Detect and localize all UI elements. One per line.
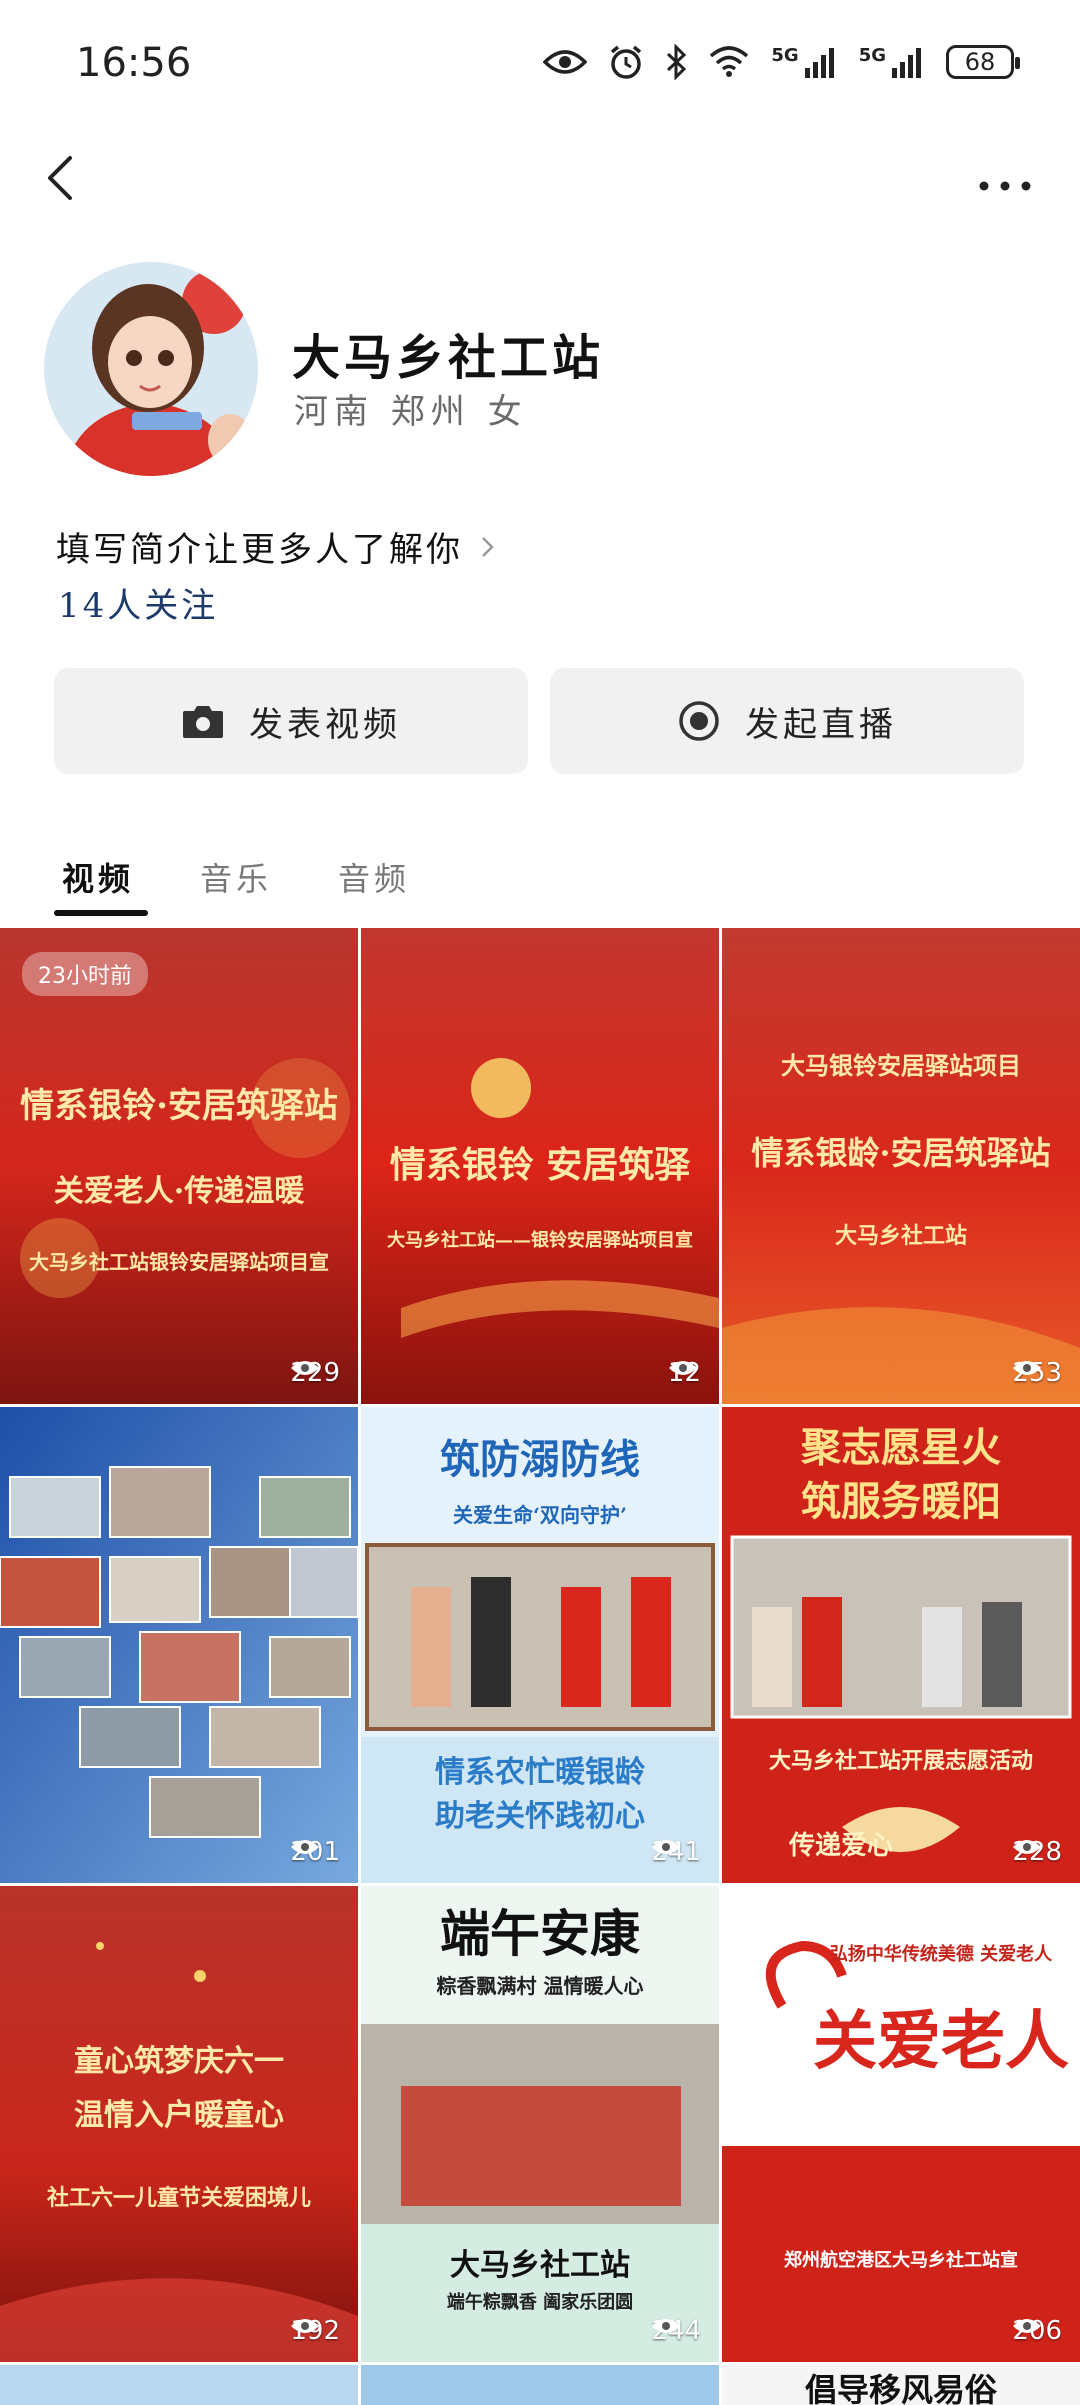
network-label-2: 5G	[858, 44, 886, 66]
wifi-icon	[710, 46, 749, 77]
eye-icon	[1013, 1840, 1042, 1854]
video-title-line: 助老关怀践初心	[435, 1799, 645, 1834]
avatar[interactable]	[44, 262, 258, 476]
video-tile[interactable]: 童心筑梦庆六一 温情入户暖童心 社工六一儿童节关爱困境儿 192	[0, 1886, 358, 2362]
camera-icon	[183, 706, 223, 738]
video-title-line: 童心筑梦庆六一	[74, 2044, 284, 2079]
eye-icon	[1013, 1361, 1042, 1375]
active-tab-indicator	[54, 910, 148, 916]
profile-meta: 河南 郑州 女	[294, 392, 528, 432]
eye-icon	[1013, 2319, 1042, 2333]
video-title-line: 弘扬中华传统美德 关爱老人	[829, 1944, 1053, 1965]
eye-icon	[668, 1361, 697, 1375]
video-title-line: 端午粽飘香 阖家乐团圆	[446, 2292, 634, 2313]
video-title-line: 关爱老人·传递温暖	[53, 1174, 305, 1209]
more-icon[interactable]	[970, 148, 1040, 208]
bluetooth-icon	[667, 44, 687, 80]
network-label-1: 5G	[771, 44, 799, 66]
eye-icon	[291, 2319, 320, 2333]
profile-name: 大马乡社工站	[292, 330, 605, 386]
live-icon	[679, 701, 719, 741]
view-count: 229	[290, 1358, 340, 1388]
bio-prompt[interactable]: 填写简介让更多人了解你	[56, 522, 497, 571]
view-count: 206	[1012, 2316, 1062, 2346]
video-title-line: 关爱老人	[813, 2004, 1069, 2079]
battery-level: 68	[964, 48, 996, 76]
video-title-line: 端午安康	[440, 1904, 640, 1963]
chevron-right-icon	[482, 536, 494, 557]
video-tile[interactable]: 筑防溺防线 关爱生命‘双向守护’ 情系农忙暖银龄 助老关怀践初心 241	[361, 1407, 719, 1883]
video-tile[interactable]	[0, 2365, 358, 2405]
video-title-line: 倡导移风易俗	[804, 2371, 997, 2405]
video-tile[interactable]: 倡导移风易俗	[722, 2365, 1080, 2405]
video-tile[interactable]: 弘扬中华传统美德 关爱老人 关爱老人 大马银铃驿站项目宣传 郑州航空港区大马乡社…	[722, 1886, 1080, 2362]
video-tile[interactable]: 大马银铃安居驿站项目 情系银龄·安居筑驿站 大马乡社工站 253	[722, 928, 1080, 1404]
video-title-line: 筑防溺防线	[440, 1436, 640, 1483]
view-count: 201	[290, 1837, 340, 1867]
go-live-button[interactable]: 发起直播	[550, 668, 1024, 774]
eye-icon	[291, 1840, 320, 1854]
video-title-line: 传递爱心	[788, 1831, 893, 1861]
video-title-line: 大马乡社工站	[834, 1223, 967, 1249]
video-tile[interactable]: 情系银铃 安居筑驿 大马乡社工站——银铃安居驿站项目宣 12	[361, 928, 719, 1404]
signal-icon-2	[892, 48, 921, 78]
video-tile[interactable]: 聚志愿星火 筑服务暖阳 大马乡社工站开展志愿活动 传递爱心 228	[722, 1407, 1080, 1883]
video-title-line: 大马乡社工站银铃安居驿站项目宣	[29, 1250, 329, 1274]
eye-icon	[652, 2319, 681, 2333]
eye-icon	[652, 1840, 681, 1854]
bio-prompt-text: 填写简介让更多人了解你	[56, 530, 463, 570]
video-title-line: 温情入户暖童心	[74, 2098, 284, 2133]
video-tile[interactable]: 201	[0, 1407, 358, 1883]
tab-audio[interactable]: 音频	[338, 854, 410, 900]
status-bar: 16:56 5G 5G 68	[0, 0, 1080, 130]
back-icon[interactable]	[32, 148, 92, 208]
video-title-line: 筑服务暖阳	[801, 1478, 1001, 1525]
post-video-label: 发表视频	[249, 704, 401, 745]
video-tile[interactable]	[361, 2365, 719, 2405]
video-title-line: 大马乡社工站——银铃安居驿站项目宣	[387, 1230, 693, 1251]
view-count: 192	[290, 2316, 340, 2346]
status-icons: 5G 5G 68	[543, 44, 1020, 80]
eye-icon	[291, 1361, 320, 1375]
video-title-line: 情系银龄·安居筑驿站	[751, 1134, 1051, 1172]
video-title-line: 情系银铃 安居筑驿	[389, 1144, 691, 1186]
signal-icon	[804, 48, 834, 78]
view-count: 12	[668, 1358, 701, 1388]
followers-count[interactable]: 14人关注	[58, 578, 218, 627]
tab-music[interactable]: 音乐	[200, 854, 272, 900]
video-title-line: 大马银铃安居驿站项目	[781, 1051, 1021, 1080]
battery-indicator: 68	[946, 45, 1020, 79]
view-count: 244	[651, 2316, 701, 2346]
eye-status-icon	[543, 50, 588, 74]
view-count: 253	[1012, 1358, 1062, 1388]
video-title-line: 情系银铃·安居筑驿站	[20, 1086, 338, 1126]
status-time: 16:56	[76, 40, 192, 86]
video-tile[interactable]: 端午安康 粽香飘满村 温情暖人心 大马乡社工站 端午粽飘香 阖家乐团圆 244	[361, 1886, 719, 2362]
video-timestamp: 23小时前	[22, 952, 148, 996]
video-title-line: 大马乡社工站	[450, 2248, 630, 2283]
video-title-line: 关爱生命‘双向守护’	[453, 1503, 627, 1527]
alarm-icon	[611, 45, 642, 79]
video-tile[interactable]: 23小时前 情系银铃·安居筑驿站 关爱老人·传递温暖 大马乡社工站银铃安居驿站项…	[0, 928, 358, 1404]
video-title-line: 社工六一儿童节关爱困境儿	[46, 2185, 311, 2211]
video-title-line: 粽香飘满村 温情暖人心	[436, 1974, 644, 1998]
video-title-line: 聚志愿星火	[801, 1424, 1001, 1471]
tab-video[interactable]: 视频	[62, 854, 134, 900]
video-title-line: 大马乡社工站开展志愿活动	[768, 1748, 1033, 1774]
post-video-button[interactable]: 发表视频	[54, 668, 528, 774]
content-tabs: 视频 音乐 音频	[0, 848, 1080, 920]
top-nav	[0, 140, 1080, 220]
video-title-line: 郑州航空港区大马乡社工站宣	[784, 2250, 1018, 2271]
video-title-line: 大马银铃驿站项目宣传	[781, 2105, 1021, 2134]
video-title-line: 情系农忙暖银龄	[435, 1755, 645, 1790]
go-live-label: 发起直播	[745, 704, 897, 745]
view-count: 241	[651, 1837, 701, 1867]
view-count: 228	[1012, 1837, 1062, 1867]
